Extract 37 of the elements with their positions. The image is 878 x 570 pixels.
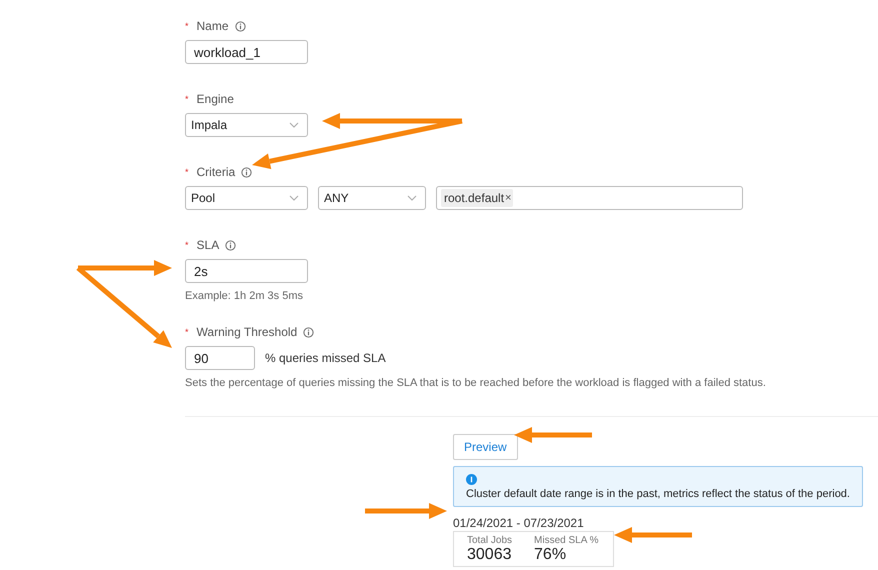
help-text: Example: 1h 2m 3s 5ms [185,290,304,302]
required-mark: * [185,240,189,250]
select-field[interactable]: ANY [318,186,426,210]
required-mark: * [185,167,189,177]
alert-message: Cluster default date range is in the past, metrics reflect the status of the period. [466,488,850,500]
select-field[interactable]: Pool [185,186,308,210]
info-icon [466,474,477,485]
stat-value: 76% [534,546,568,564]
info-icon[interactable] [241,166,252,178]
unit-label: % queries missed SLA [265,351,386,365]
field-label: SLA [196,238,220,252]
tag-field[interactable]: root.default× [436,186,743,210]
caret-icon [289,122,299,128]
caret-icon [289,195,299,201]
select-field[interactable]: Impala [185,113,308,137]
stat-label: Total Jobs [467,535,512,546]
tag[interactable]: root.default× [441,189,514,207]
info-icon[interactable] [225,240,236,250]
field-label: Name [196,19,229,33]
field-label: Warning Threshold [196,325,298,339]
preview-button[interactable]: Preview [453,434,518,460]
required-mark: * [185,21,189,31]
field-label: Engine [196,92,234,106]
input-field[interactable]: 2s [185,259,308,283]
field-label: Criteria [196,165,236,179]
info-icon[interactable] [303,326,314,338]
required-mark: * [185,327,189,337]
remove-icon[interactable]: × [505,192,512,204]
date-range: 01/24/2021 - 07/23/2021 [453,516,584,530]
stat-label: Missed SLA % [534,535,599,546]
input-field[interactable]: workload_1 [185,40,308,64]
required-mark: * [185,94,189,104]
caret-icon [407,195,417,201]
input-field[interactable]: 90 [185,346,255,370]
help-text: Sets the percentage of queries missing the SLA that is to be reached before the workload is flagged with a failed status. [185,377,767,389]
info-icon[interactable] [234,20,246,32]
stat-value: 30063 [467,546,512,564]
